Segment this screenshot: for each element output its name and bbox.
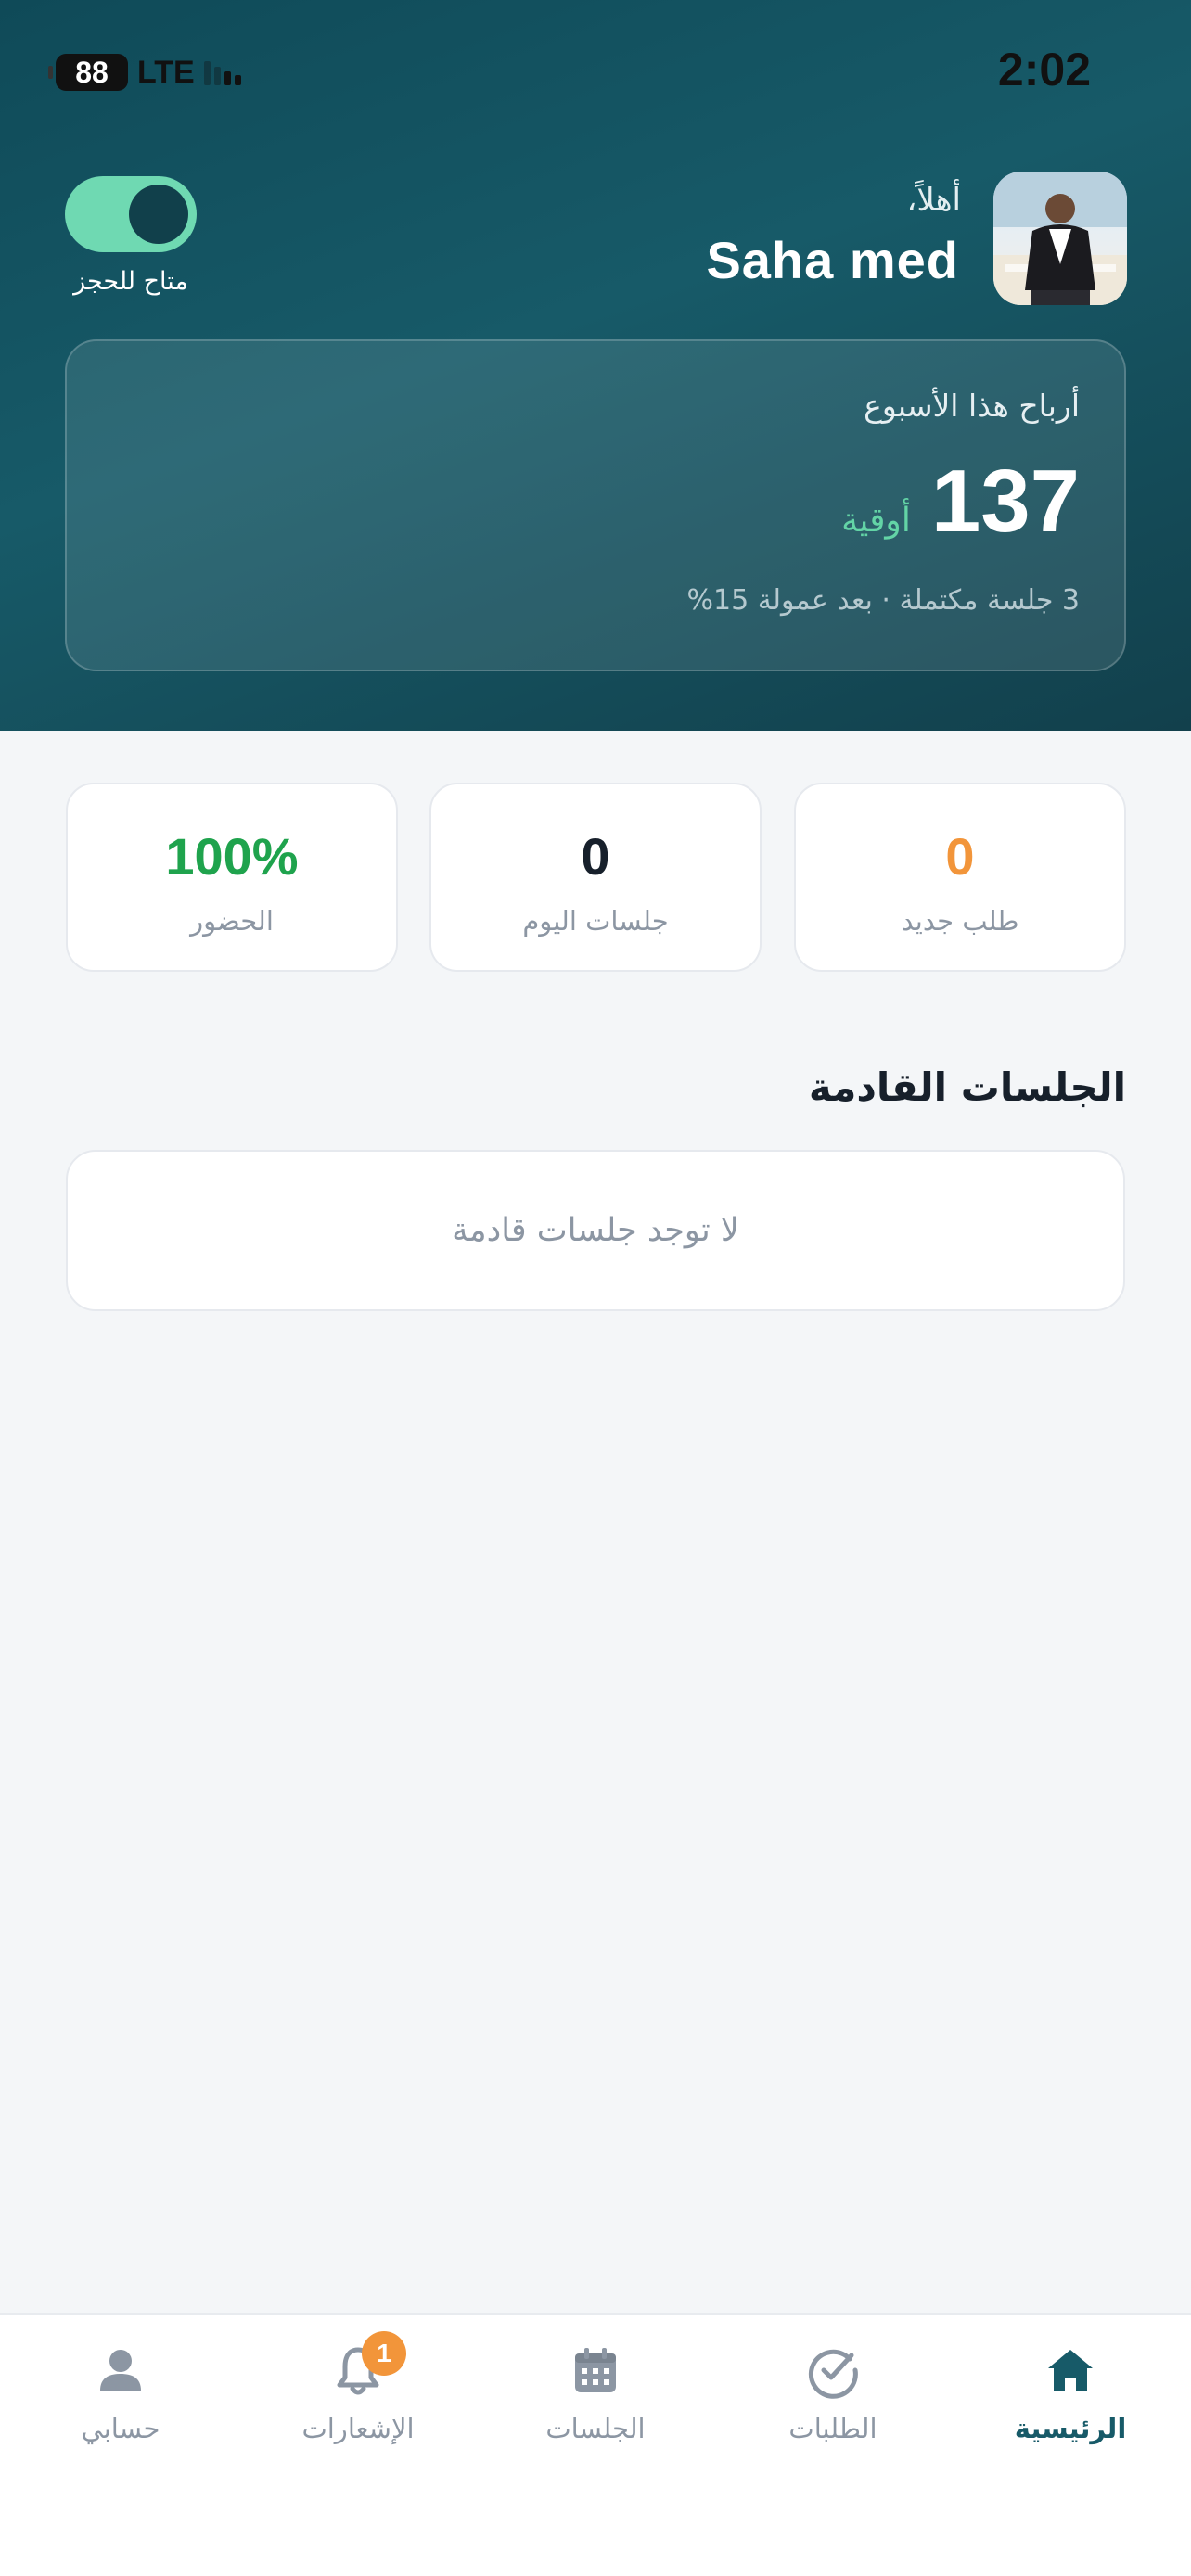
empty-state-text: لا توجد جلسات قادمة xyxy=(452,1212,739,1249)
nav-label: الإشعارات xyxy=(301,2413,415,2444)
user-name: Saha med xyxy=(706,231,959,289)
battery-icon: 88 xyxy=(48,54,128,91)
stat-value: 100% xyxy=(165,827,299,886)
stat-attendance[interactable]: 100% الحضور xyxy=(66,783,398,972)
stat-label: الحضور xyxy=(190,905,274,937)
stat-value: 0 xyxy=(945,827,975,886)
availability-label: متاح للحجز xyxy=(73,267,188,296)
stat-label: جلسات اليوم xyxy=(522,905,669,937)
nav-item-home[interactable]: الرئيسية xyxy=(968,2340,1172,2480)
earnings-currency: أوقية xyxy=(841,502,911,540)
nav-label: الرئيسية xyxy=(1014,2413,1127,2444)
check-circle-icon xyxy=(808,2349,858,2399)
header: 88 LTE 2:02 أهلاً، Saha med متاح للحجز أ… xyxy=(0,0,1191,731)
avatar-photo xyxy=(993,172,1127,305)
home-icon xyxy=(1048,2350,1093,2391)
user-icon xyxy=(100,2350,141,2391)
upcoming-sessions-title: الجلسات القادمة xyxy=(808,1065,1126,1110)
toggle-knob xyxy=(129,185,188,244)
earnings-value: 137 xyxy=(930,452,1080,551)
bottom-nav: الرئيسية الطلبات الجلسات 1 الإشعارات حسا… xyxy=(0,2313,1191,2576)
signal-icon xyxy=(203,59,241,85)
nav-item-requests[interactable]: الطلبات xyxy=(731,2340,935,2480)
nav-item-sessions[interactable]: الجلسات xyxy=(493,2340,698,2480)
nav-label: حسابي xyxy=(81,2413,160,2444)
stat-today-sessions[interactable]: 0 جلسات اليوم xyxy=(429,783,762,972)
status-time: 2:02 xyxy=(997,44,1091,96)
stat-value: 0 xyxy=(581,827,610,886)
earnings-title: أرباح هذا الأسبوع xyxy=(864,388,1080,424)
earnings-subtitle: 3 جلسة مكتملة · بعد عمولة 15% xyxy=(686,584,1080,617)
weekly-earnings-card: أرباح هذا الأسبوع 137 أوقية 3 جلسة مكتمل… xyxy=(65,339,1126,671)
earnings-amount: 137 أوقية xyxy=(841,451,1080,553)
upcoming-sessions-empty-card: لا توجد جلسات قادمة xyxy=(66,1150,1125,1311)
nav-label: الجلسات xyxy=(545,2413,646,2444)
stat-new-requests[interactable]: 0 طلب جديد xyxy=(794,783,1126,972)
nav-item-notifications[interactable]: 1 الإشعارات xyxy=(256,2331,460,2480)
availability-toggle[interactable] xyxy=(65,176,197,252)
notification-badge: 1 xyxy=(362,2331,406,2376)
calendar-icon xyxy=(575,2348,616,2392)
status-indicators: 88 LTE xyxy=(48,50,241,95)
nav-label: الطلبات xyxy=(788,2413,877,2444)
stat-label: طلب جديد xyxy=(901,905,1019,937)
avatar[interactable] xyxy=(993,172,1127,305)
nav-item-account[interactable]: حسابي xyxy=(19,2340,223,2480)
network-type: LTE xyxy=(137,54,195,90)
greeting-text: أهلاً، xyxy=(906,182,961,219)
status-bar: 88 LTE 2:02 xyxy=(0,0,1191,139)
